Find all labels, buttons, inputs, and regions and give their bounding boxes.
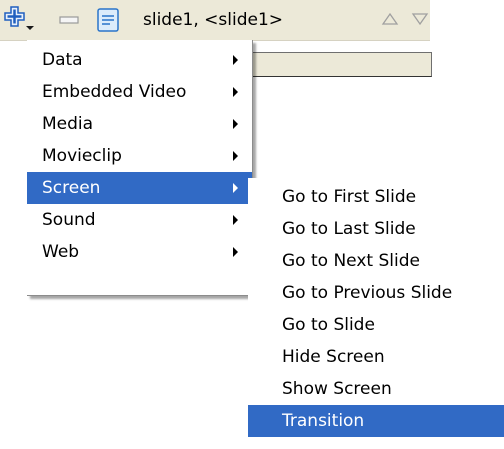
selected-screen-label: slide1, <slide1> <box>143 10 284 30</box>
submenu-item-go-to-previous-slide[interactable]: Go to Previous Slide <box>248 277 504 309</box>
menu-item-label: Screen <box>42 178 101 198</box>
submenu-arrow-icon <box>233 183 238 193</box>
background-field <box>240 52 432 77</box>
submenu-item-label: Transition <box>282 411 365 431</box>
menu-item-screen[interactable]: Screen <box>27 172 252 204</box>
behaviors-toolbar: slide1, <slide1> <box>0 0 430 41</box>
menu-item-label: Data <box>42 50 83 70</box>
submenu-item-go-to-last-slide[interactable]: Go to Last Slide <box>248 213 504 245</box>
submenu-item-label: Go to Last Slide <box>282 219 416 239</box>
add-behavior-menu: Data Embedded Video Media Movieclip Scre… <box>27 40 253 296</box>
menu-item-web[interactable]: Web <box>27 236 252 268</box>
submenu-arrow-icon <box>233 55 238 65</box>
menu-item-label: Movieclip <box>42 146 122 166</box>
submenu-item-hide-screen[interactable]: Hide Screen <box>248 341 504 373</box>
menu-item-label: Embedded Video <box>42 82 187 102</box>
screen-submenu: Go to First Slide Go to Last Slide Go to… <box>248 178 504 449</box>
menu-item-label: Media <box>42 114 94 134</box>
submenu-item-label: Show Screen <box>282 379 392 399</box>
move-up-icon[interactable] <box>380 10 400 28</box>
submenu-item-label: Go to Previous Slide <box>282 283 453 303</box>
submenu-item-label: Go to Next Slide <box>282 251 420 271</box>
menu-item-sound[interactable]: Sound <box>27 204 252 236</box>
submenu-item-label: Go to First Slide <box>282 187 417 207</box>
submenu-arrow-icon <box>233 87 238 97</box>
submenu-arrow-icon <box>233 119 238 129</box>
submenu-item-label: Hide Screen <box>282 347 385 367</box>
submenu-arrow-icon <box>233 215 238 225</box>
submenu-item-go-to-next-slide[interactable]: Go to Next Slide <box>248 245 504 277</box>
submenu-item-label: Go to Slide <box>282 315 375 335</box>
submenu-item-transition[interactable]: Transition <box>248 405 504 437</box>
menu-item-data[interactable]: Data <box>27 44 252 76</box>
submenu-item-go-to-first-slide[interactable]: Go to First Slide <box>248 181 504 213</box>
menu-item-media[interactable]: Media <box>27 108 252 140</box>
remove-behavior-icon[interactable] <box>58 10 80 30</box>
menu-item-movieclip[interactable]: Movieclip <box>27 140 252 172</box>
submenu-arrow-icon <box>233 247 238 257</box>
menu-item-label: Web <box>42 242 80 262</box>
submenu-item-show-screen[interactable]: Show Screen <box>248 373 504 405</box>
submenu-item-go-to-slide[interactable]: Go to Slide <box>248 309 504 341</box>
script-icon[interactable] <box>96 7 120 33</box>
move-down-icon[interactable] <box>410 10 430 28</box>
add-behavior-icon[interactable] <box>4 6 38 34</box>
menu-item-label: Sound <box>42 210 96 230</box>
submenu-arrow-icon <box>233 151 238 161</box>
menu-item-embedded-video[interactable]: Embedded Video <box>27 76 252 108</box>
